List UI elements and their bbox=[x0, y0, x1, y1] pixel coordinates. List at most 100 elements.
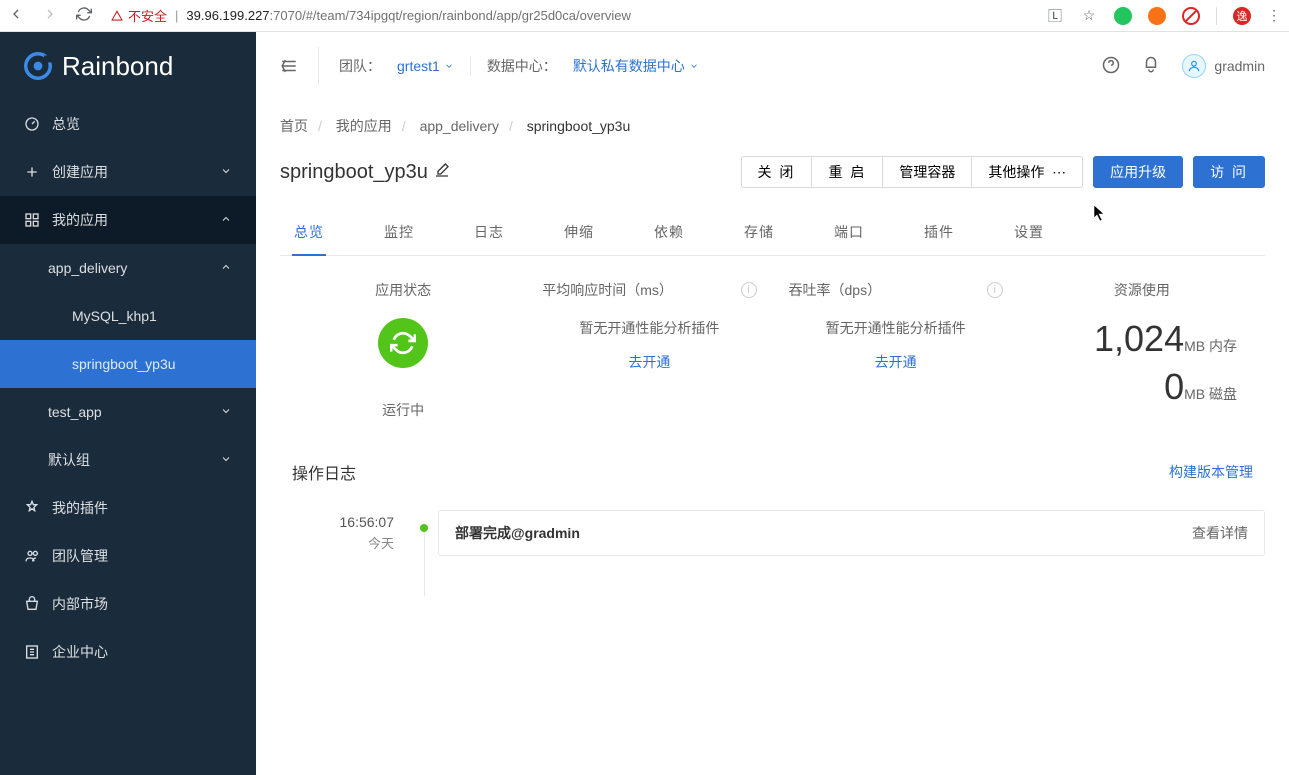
nav-group-label: test_app bbox=[48, 404, 102, 420]
log-detail-button[interactable]: 查看详情 bbox=[1192, 523, 1248, 543]
forward-icon[interactable] bbox=[42, 6, 58, 25]
tab-depend[interactable]: 依赖 bbox=[652, 210, 686, 255]
team-icon bbox=[24, 548, 40, 564]
nav-label: 我的插件 bbox=[52, 498, 108, 518]
nav-enterprise-center[interactable]: 企业中心 bbox=[0, 628, 256, 676]
url-text: 39.96.199.227:7070/#/team/734ipgqt/regio… bbox=[186, 8, 631, 23]
dc-dropdown[interactable]: 默认私有数据中心 bbox=[573, 56, 699, 76]
info-icon[interactable]: i bbox=[987, 282, 1003, 298]
running-status-icon bbox=[378, 318, 428, 368]
sidebar-collapse-button[interactable] bbox=[280, 47, 319, 85]
insecure-badge: 不安全 bbox=[110, 6, 167, 25]
tab-storage[interactable]: 存储 bbox=[742, 210, 776, 255]
tab-plugin[interactable]: 插件 bbox=[922, 210, 956, 255]
nav-group-test-app[interactable]: test_app bbox=[0, 388, 256, 436]
ext-icon-1[interactable] bbox=[1114, 7, 1132, 25]
reload-icon[interactable] bbox=[76, 6, 92, 25]
tab-port[interactable]: 端口 bbox=[832, 210, 866, 255]
url-bar[interactable]: 不安全 | 39.96.199.227:7070/#/team/734ipgqt… bbox=[104, 6, 1034, 25]
nav-group-default[interactable]: 默认组 bbox=[0, 436, 256, 484]
nav-my-apps[interactable]: 我的应用 bbox=[0, 196, 256, 244]
stat-label: 应用状态 bbox=[375, 280, 431, 300]
profile-avatar-icon[interactable]: 逸 bbox=[1233, 7, 1251, 25]
star-icon[interactable]: ☆ bbox=[1080, 7, 1098, 25]
tab-settings[interactable]: 设置 bbox=[1012, 210, 1046, 255]
browser-bar: 不安全 | 39.96.199.227:7070/#/team/734ipgqt… bbox=[0, 0, 1289, 32]
nav-app-mysql[interactable]: MySQL_khp1 bbox=[0, 292, 256, 340]
app-upgrade-button[interactable]: 应用升级 bbox=[1093, 156, 1183, 188]
memory-unit: MB 内存 bbox=[1184, 338, 1237, 354]
sidebar: Rainbond 总览 创建应用 我的应用 bbox=[0, 32, 256, 775]
tabs: 总览 监控 日志 伸缩 依赖 存储 端口 插件 设置 bbox=[280, 210, 1265, 256]
bell-icon[interactable] bbox=[1142, 56, 1160, 77]
nav-overview[interactable]: 总览 bbox=[0, 100, 256, 148]
operation-log-section: 操作日志 构建版本管理 16:56:07 今天 部署完成@gradmin 查看详… bbox=[280, 460, 1265, 556]
breadcrumb: 首页/ 我的应用/ app_delivery/ springboot_yp3u bbox=[280, 116, 1265, 136]
username[interactable]: gradmin bbox=[1214, 58, 1265, 74]
disk-unit: MB 磁盘 bbox=[1184, 386, 1237, 402]
stat-app-status: 应用状态 运行中 bbox=[280, 280, 526, 420]
nav-create-app[interactable]: 创建应用 bbox=[0, 148, 256, 196]
nav-app-label: springboot_yp3u bbox=[72, 356, 176, 372]
enable-link[interactable]: 去开通 bbox=[789, 352, 1003, 372]
chevron-up-icon bbox=[220, 212, 232, 228]
tab-log[interactable]: 日志 bbox=[472, 210, 506, 255]
tab-overview[interactable]: 总览 bbox=[292, 210, 326, 256]
stat-label: 资源使用 bbox=[1114, 280, 1170, 300]
stat-label: 平均响应时间（ms） bbox=[542, 280, 673, 300]
nav-my-plugins[interactable]: 我的插件 bbox=[0, 484, 256, 532]
stat-message: 暂无开通性能分析插件 bbox=[542, 318, 756, 338]
nav-team-mgmt[interactable]: 团队管理 bbox=[0, 532, 256, 580]
browser-nav bbox=[8, 6, 92, 25]
nav-group-app-delivery[interactable]: app_delivery bbox=[0, 244, 256, 292]
enterprise-icon bbox=[24, 644, 40, 660]
breadcrumb-group[interactable]: app_delivery bbox=[420, 118, 499, 134]
stat-throughput: 吞吐率（dps） i 暂无开通性能分析插件 去开通 bbox=[773, 280, 1019, 420]
stat-label: 吞吐率（dps） bbox=[789, 280, 882, 300]
tab-monitor[interactable]: 监控 bbox=[382, 210, 416, 255]
menu-icon[interactable]: ⋮ bbox=[1267, 7, 1281, 24]
dashboard-icon bbox=[24, 116, 40, 132]
nav-label: 团队管理 bbox=[52, 546, 108, 566]
help-icon[interactable] bbox=[1102, 56, 1120, 77]
build-version-link[interactable]: 构建版本管理 bbox=[1169, 462, 1253, 482]
breadcrumb-home[interactable]: 首页 bbox=[280, 118, 308, 134]
back-icon[interactable] bbox=[8, 6, 24, 25]
team-dropdown[interactable]: grtest1 bbox=[397, 58, 454, 74]
nav-label: 内部市场 bbox=[52, 594, 108, 614]
visit-button[interactable]: 访 问 bbox=[1193, 156, 1265, 188]
translate-icon[interactable]: 🄻 bbox=[1046, 7, 1064, 25]
enable-link[interactable]: 去开通 bbox=[542, 352, 756, 372]
chevron-down-icon bbox=[220, 404, 232, 420]
page-title: springboot_yp3u bbox=[280, 161, 450, 184]
action-button-group: 关 闭 重 启 管理容器 其他操作 ⋯ bbox=[741, 156, 1084, 188]
nav-internal-market[interactable]: 内部市场 bbox=[0, 580, 256, 628]
manage-container-button[interactable]: 管理容器 bbox=[882, 156, 972, 188]
other-ops-button[interactable]: 其他操作 ⋯ bbox=[971, 156, 1083, 188]
team-label: 团队： bbox=[339, 56, 381, 76]
oplog-title: 操作日志 bbox=[292, 460, 356, 484]
ext-icon-3[interactable] bbox=[1182, 7, 1200, 25]
plugin-icon bbox=[24, 500, 40, 516]
ext-icon-2[interactable] bbox=[1148, 7, 1166, 25]
user-avatar-icon[interactable] bbox=[1182, 54, 1206, 78]
log-card: 部署完成@gradmin 查看详情 bbox=[438, 510, 1265, 556]
nav-app-springboot[interactable]: springboot_yp3u bbox=[0, 340, 256, 388]
stat-message: 暂无开通性能分析插件 bbox=[789, 318, 1003, 338]
close-button[interactable]: 关 闭 bbox=[741, 156, 813, 188]
tab-scale[interactable]: 伸缩 bbox=[562, 210, 596, 255]
log-timestamp: 16:56:07 今天 bbox=[280, 511, 410, 554]
info-icon[interactable]: i bbox=[741, 282, 757, 298]
browser-extensions: 🄻 ☆ 逸 ⋮ bbox=[1046, 7, 1281, 25]
memory-value: 1,024 bbox=[1094, 318, 1184, 359]
market-icon bbox=[24, 596, 40, 612]
log-message: 部署完成@gradmin bbox=[455, 523, 580, 543]
logo[interactable]: Rainbond bbox=[0, 32, 256, 100]
topbar: 团队： grtest1 数据中心： 默认私有数据中心 gradmin bbox=[256, 32, 1289, 100]
log-entry: 16:56:07 今天 部署完成@gradmin 查看详情 bbox=[280, 510, 1265, 556]
timeline bbox=[410, 510, 438, 556]
edit-icon[interactable] bbox=[434, 161, 450, 184]
breadcrumb-my-apps[interactable]: 我的应用 bbox=[336, 118, 392, 134]
restart-button[interactable]: 重 启 bbox=[811, 156, 883, 188]
disk-value: 0 bbox=[1164, 366, 1184, 407]
